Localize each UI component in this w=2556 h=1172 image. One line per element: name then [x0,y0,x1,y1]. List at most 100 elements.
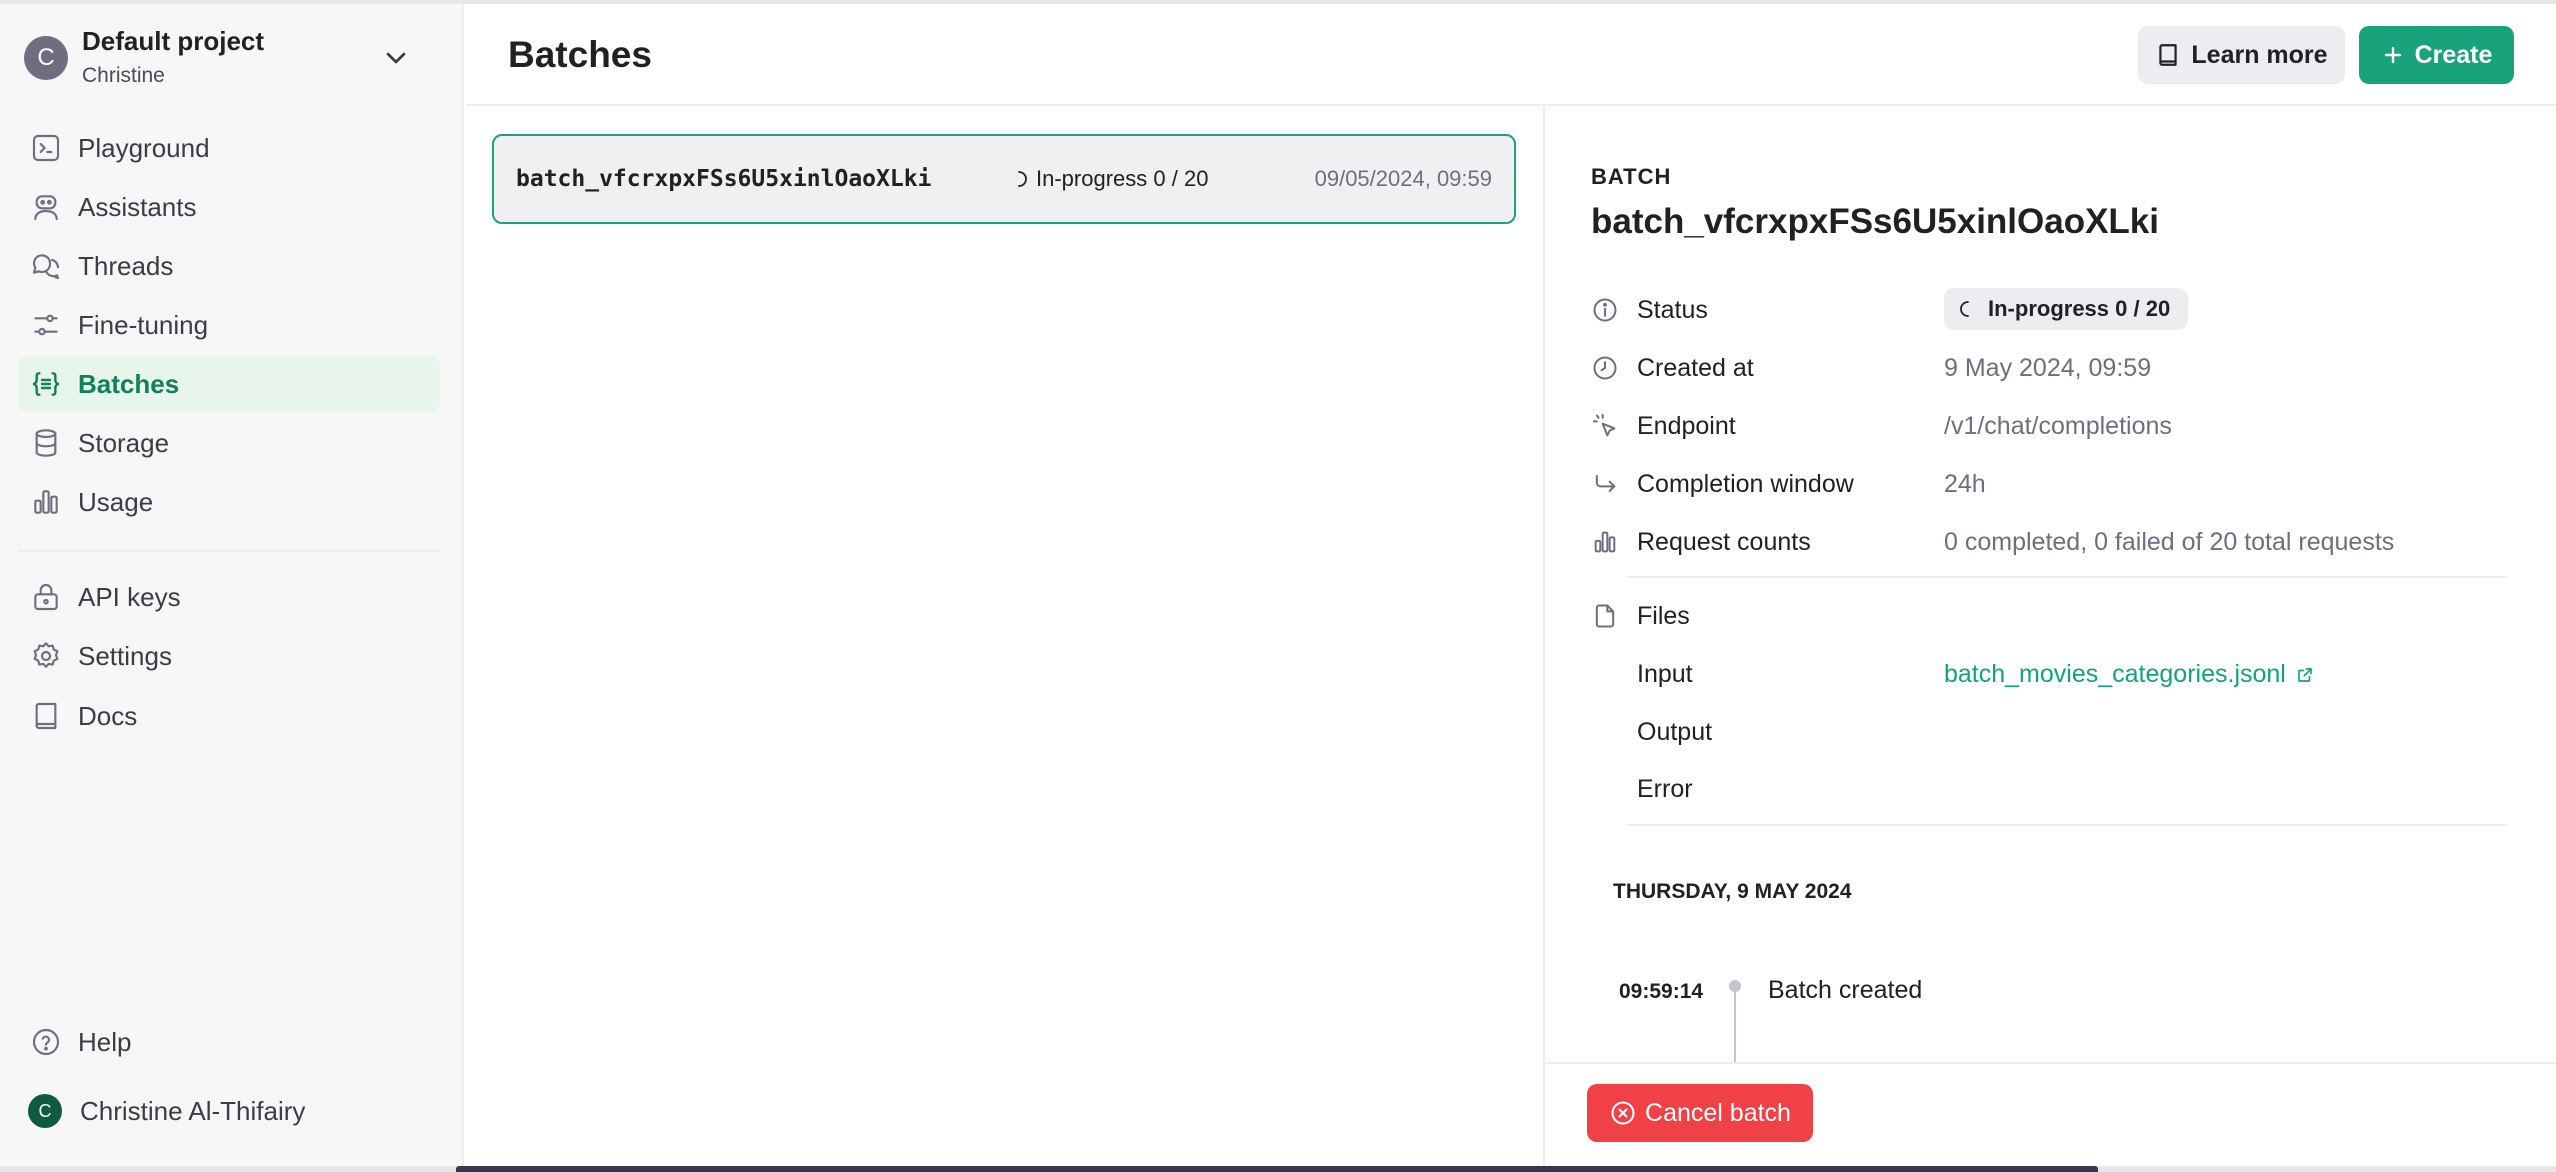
row-divider [1627,576,2507,578]
created-value: 9 May 2024, 09:59 [1944,354,2152,382]
sidebar-item-label: Assistants [78,191,197,222]
batch-id: batch_vfcrxpxFSs6U5xinlOaoXLki [516,166,932,192]
sidebar-item-usage[interactable]: Usage [18,474,440,530]
sidebar-item-label: Playground [78,132,210,163]
output-file-row: Output [1591,710,2531,754]
input-label: Input [1637,660,1693,688]
clock-icon [1593,356,1617,380]
sidebar-item-playground[interactable]: Playground [18,120,440,176]
batch-status-label: In-progress 0 / 20 [1036,166,1209,191]
arrow-return-icon [1595,474,1616,492]
sidebar: C Default project Christine Playground A… [0,4,464,1168]
files-label: Files [1637,602,1690,630]
page-header: Batches Learn more Create [466,4,2556,106]
project-name: Default project [82,26,265,56]
create-label: Create [2414,40,2493,69]
timeline-event-text: Batch created [1768,976,1923,1004]
endpoint-label: Endpoint [1637,412,1736,440]
endpoint-value: /v1/chat/completions [1944,412,2172,440]
help-circle-icon [32,1028,60,1056]
counts-row: Request counts 0 completed, 0 failed of … [1591,520,2531,564]
detail-title: batch_vfcrxpxFSs6U5xinlOaoXLki [1591,202,2159,241]
external-link-icon [2298,667,2312,682]
batch-list: batch_vfcrxpxFSs6U5xinlOaoXLki In-progre… [466,106,1544,1168]
counts-value: 0 completed, 0 failed of 20 total reques… [1944,528,2395,556]
status-badge: In-progress 0 / 20 [1944,288,2189,330]
created-label: Created at [1637,354,1754,382]
timeline-day: THURSDAY, 9 MAY 2024 [1613,880,1852,903]
cursor-click-icon [1592,413,1616,437]
input-file-row: Input batch_movies_categories.jsonl [1591,652,2531,696]
taskbar-edge [456,1166,2098,1172]
status-row: Status In-progress 0 / 20 [1591,288,2531,332]
error-file-row: Error [1591,767,2531,811]
sidebar-item-docs[interactable]: Docs [18,688,440,744]
detail-footer: Cancel batch [1545,1062,2556,1168]
files-row: Files [1591,594,2531,638]
lock-icon [34,584,58,611]
output-label: Output [1637,718,1713,746]
x-circle-icon [1611,1101,1635,1125]
endpoint-row: Endpoint /v1/chat/completions [1591,404,2531,448]
sidebar-item-help[interactable]: Help [18,1014,440,1070]
robot-icon [34,195,58,221]
project-avatar: C [24,36,68,80]
cancel-batch-button[interactable]: Cancel batch [1587,1084,1813,1142]
window-value: 24h [1944,470,1986,498]
input-file-link[interactable]: batch_movies_categories.jsonl [1944,660,2314,689]
sidebar-item-label: Help [78,1026,132,1057]
plus-icon [2384,46,2401,64]
sliders-icon [34,314,58,336]
sidebar-item-settings[interactable]: Settings [18,628,440,684]
sidebar-divider [18,550,440,552]
batch-detail: BATCH batch_vfcrxpxFSs6U5xinlOaoXLki Sta… [1545,106,2556,1168]
avatar: C [28,1094,62,1128]
chevron-down-icon[interactable] [380,42,412,74]
window-row: Completion window 24h [1591,462,2531,506]
window-label: Completion window [1637,470,1854,498]
book-icon [35,702,57,730]
project-user: Christine [82,64,165,87]
sidebar-item-batches[interactable]: Batches [18,356,440,412]
spinner-icon [1018,171,1027,187]
sidebar-item-assistants[interactable]: Assistants [18,179,440,235]
create-button[interactable]: Create [2359,26,2514,84]
book-icon [2159,44,2178,66]
timeline-dot [1729,980,1741,992]
bar-chart-icon [34,490,58,514]
row-divider [1627,824,2507,826]
detail-kicker: BATCH [1591,164,1672,189]
status-label: Status [1637,296,1708,324]
learn-more-label: Learn more [2191,40,2328,69]
database-icon [35,429,57,457]
input-file-name: batch_movies_categories.jsonl [1944,660,2286,688]
bar-chart-icon [1594,531,1616,553]
created-row: Created at 9 May 2024, 09:59 [1591,346,2531,390]
sidebar-item-fine-tuning[interactable]: Fine-tuning [18,297,440,353]
counts-label: Request counts [1637,528,1811,556]
user-name: Christine Al-Thifairy [80,1095,306,1126]
sidebar-item-label: API keys [78,581,181,612]
braces-list-icon [32,372,60,396]
status-value: In-progress 0 / 20 [1988,296,2171,321]
sidebar-item-storage[interactable]: Storage [18,415,440,471]
timeline-event-time: 09:59:14 [1619,980,1704,1003]
file-icon [1595,604,1615,628]
batch-status: In-progress 0 / 20 [1014,166,1208,192]
list-item[interactable]: batch_vfcrxpxFSs6U5xinlOaoXLki In-progre… [492,134,1516,224]
sidebar-item-label: Usage [78,486,154,517]
project-switcher[interactable]: C Default project Christine [24,26,444,96]
sidebar-item-label: Threads [78,250,174,281]
learn-more-button[interactable]: Learn more [2138,26,2345,84]
sidebar-item-label: Storage [78,427,170,458]
spinner-icon [1960,301,1969,317]
info-icon [1593,298,1617,322]
gear-icon [33,642,59,668]
sidebar-item-label: Docs [78,700,138,731]
error-label: Error [1637,775,1693,803]
sidebar-item-threads[interactable]: Threads [18,238,440,294]
terminal-icon [32,134,60,162]
user-menu[interactable]: C Christine Al-Thifairy [28,1094,305,1128]
sidebar-item-label: Fine-tuning [78,309,209,340]
sidebar-item-api-keys[interactable]: API keys [18,569,440,625]
